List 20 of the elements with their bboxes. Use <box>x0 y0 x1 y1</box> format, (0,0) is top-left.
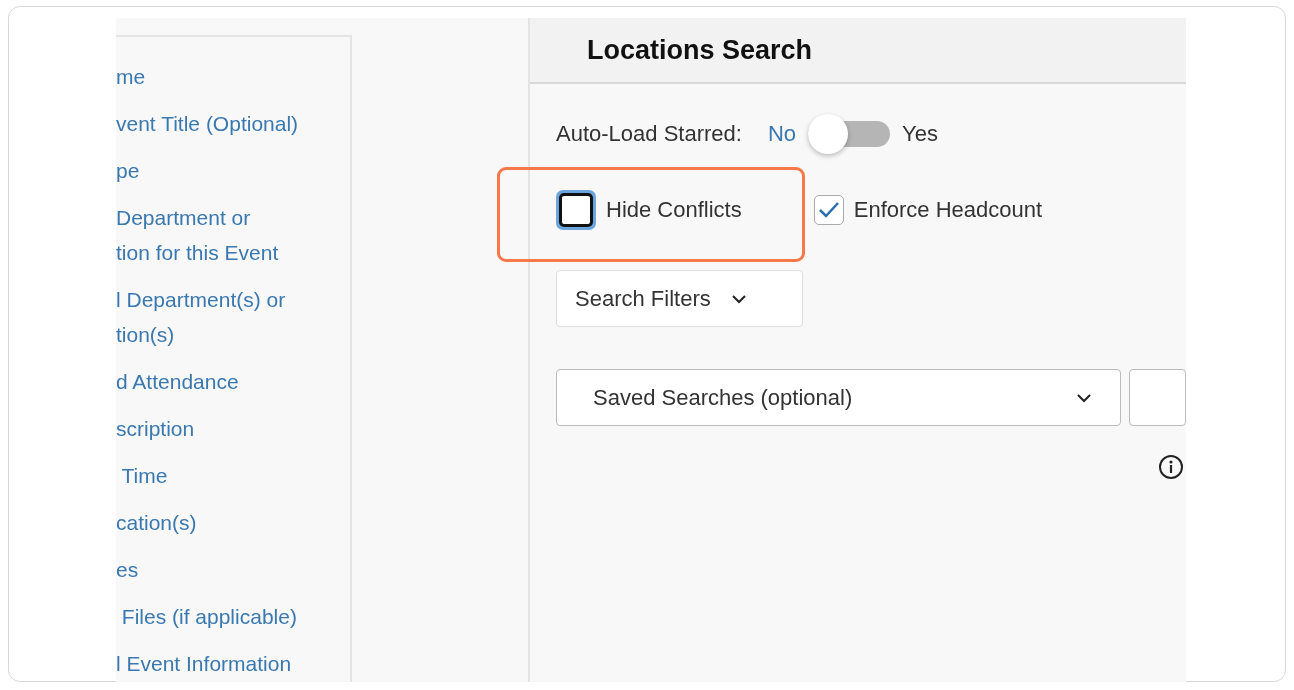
sidebar-link[interactable]: Files (if applicable) <box>116 599 297 634</box>
sidebar-link[interactable]: vent Title (Optional) <box>116 106 299 141</box>
sidebar-link[interactable]: me <box>116 59 146 94</box>
sidebar-link[interactable]: d Attendance <box>116 364 239 399</box>
checkbox-label: Enforce Headcount <box>853 197 1043 223</box>
toggle-off-label: No <box>767 121 797 147</box>
sidebar-link[interactable]: cation(s) <box>116 505 197 540</box>
sidebar-link[interactable]: pe <box>116 153 140 188</box>
sidebar-link[interactable]: l Department(s) or tion(s) <box>116 282 286 352</box>
sidebar-link[interactable]: Time <box>116 458 168 493</box>
search-filters-button[interactable]: Search Filters <box>556 270 803 327</box>
checkbox-label: Hide Conflicts <box>606 197 742 223</box>
sidebar-link[interactable]: es <box>116 552 139 587</box>
sidebar-link[interactable]: l Event Information <box>116 646 292 681</box>
saved-searches-select[interactable]: Saved Searches (optional) <box>556 369 1122 426</box>
panel-title: Locations Search <box>587 34 813 66</box>
auto-load-label: Auto-Load Starred: <box>556 121 742 147</box>
toggle-on-label: Yes <box>902 121 938 147</box>
sidebar-link[interactable]: scription <box>116 411 195 446</box>
sidebar-link[interactable]: Department or tion for this Event <box>116 200 279 270</box>
